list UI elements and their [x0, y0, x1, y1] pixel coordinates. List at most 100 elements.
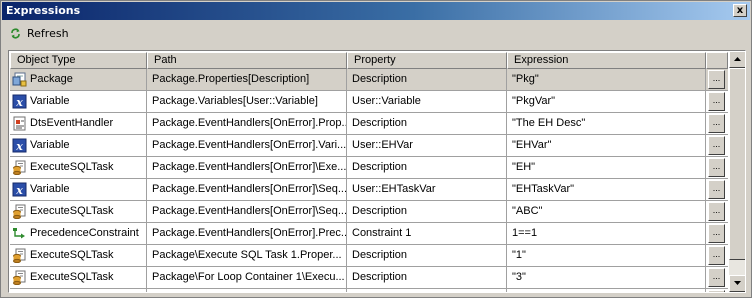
- edit-cell: ...: [706, 201, 728, 222]
- object-type-cell[interactable]: ExecuteSQLTask: [10, 201, 147, 222]
- property-cell[interactable]: [347, 289, 507, 292]
- package-icon: [12, 72, 27, 87]
- edit-cell: ...: [706, 289, 728, 292]
- table-row[interactable]: DtsEventHandler Package.EventHandlers[OnE…: [10, 113, 728, 135]
- object-type-cell[interactable]: ExecuteSQLTask: [10, 157, 147, 178]
- close-button[interactable]: x: [733, 4, 747, 17]
- expression-cell[interactable]: "3": [507, 267, 706, 288]
- object-type-label: Variable: [30, 139, 70, 151]
- expressions-grid: Object Type Path Property Expression Pac…: [10, 52, 728, 292]
- table-row[interactable]: ExecuteSQLTask Package\Execute SQL Task 1…: [10, 245, 728, 267]
- refresh-button[interactable]: Refresh: [10, 27, 69, 40]
- table-row[interactable]: Package Package.Properties[Description] De…: [10, 69, 728, 91]
- path-cell[interactable]: Package.Variables[User::Variable]: [147, 91, 347, 112]
- object-type-cell[interactable]: x Variable: [10, 91, 147, 112]
- property-cell[interactable]: Description: [347, 245, 507, 266]
- column-header-property[interactable]: Property: [347, 52, 507, 69]
- column-header-object-type[interactable]: Object Type: [10, 52, 147, 69]
- path-cell[interactable]: Package.EventHandlers[OnError].Prop...: [147, 113, 347, 134]
- window-title: Expressions: [6, 4, 81, 17]
- edit-expression-button[interactable]: ...: [708, 136, 725, 155]
- path-cell[interactable]: Package.EventHandlers[OnError]\Seq...: [147, 201, 347, 222]
- path-cell[interactable]: Package.EventHandlers[OnError].Vari...: [147, 135, 347, 156]
- expression-cell[interactable]: [507, 289, 706, 292]
- edit-expression-button[interactable]: ...: [708, 202, 725, 221]
- sql-task-icon: [12, 160, 27, 176]
- property-cell[interactable]: User::Variable: [347, 91, 507, 112]
- object-type-cell[interactable]: [10, 289, 147, 292]
- object-type-cell[interactable]: DtsEventHandler: [10, 113, 147, 134]
- object-type-cell[interactable]: x Variable: [10, 135, 147, 156]
- column-header-path[interactable]: Path: [147, 52, 347, 69]
- edit-expression-button[interactable]: ...: [708, 92, 725, 111]
- edit-expression-button[interactable]: ...: [708, 114, 725, 133]
- expression-cell[interactable]: "ABC": [507, 201, 706, 222]
- object-type-cell[interactable]: x Variable: [10, 179, 147, 200]
- scroll-down-button[interactable]: [729, 275, 745, 292]
- property-cell[interactable]: Description: [347, 157, 507, 178]
- table-row[interactable]: ExecuteSQLTask Package.EventHandlers[OnEr…: [10, 201, 728, 223]
- variable-icon: x: [12, 138, 27, 153]
- property-cell[interactable]: Description: [347, 113, 507, 134]
- edit-expression-button[interactable]: ...: [708, 268, 725, 287]
- path-cell[interactable]: [147, 289, 347, 292]
- expression-cell[interactable]: "PkgVar": [507, 91, 706, 112]
- path-cell[interactable]: Package\Execute SQL Task 1.Proper...: [147, 245, 347, 266]
- object-type-cell[interactable]: Package: [10, 69, 147, 90]
- table-row[interactable]: x Variable Package.EventHandlers[OnError]\…: [10, 179, 728, 201]
- edit-cell: ...: [706, 179, 728, 200]
- object-type-cell[interactable]: PrecedenceConstraint: [10, 223, 147, 244]
- scroll-up-button[interactable]: [729, 51, 745, 68]
- scroll-thumb[interactable]: [729, 68, 745, 260]
- object-type-cell[interactable]: ExecuteSQLTask: [10, 245, 147, 266]
- expression-cell[interactable]: "The EH Desc": [507, 113, 706, 134]
- title-bar[interactable]: Expressions x: [2, 2, 750, 20]
- property-cell[interactable]: User::EHTaskVar: [347, 179, 507, 200]
- edit-cell: ...: [706, 245, 728, 266]
- edit-expression-button[interactable]: ...: [708, 158, 725, 177]
- path-cell[interactable]: Package.EventHandlers[OnError]\Exe...: [147, 157, 347, 178]
- path-cell[interactable]: Package.EventHandlers[OnError]\Seq...: [147, 179, 347, 200]
- expression-cell[interactable]: 1==1: [507, 223, 706, 244]
- edit-expression-button[interactable]: ...: [708, 224, 725, 243]
- expression-cell[interactable]: "1": [507, 245, 706, 266]
- property-cell[interactable]: User::EHVar: [347, 135, 507, 156]
- property-cell[interactable]: Description: [347, 69, 507, 90]
- edit-cell: ...: [706, 223, 728, 244]
- svg-text:x: x: [15, 96, 23, 109]
- column-header-edit: [706, 52, 728, 69]
- property-cell[interactable]: Constraint 1: [347, 223, 507, 244]
- table-row[interactable]: ExecuteSQLTask Package\For Loop Container…: [10, 267, 728, 289]
- edit-expression-button[interactable]: ...: [708, 290, 725, 292]
- property-cell[interactable]: Description: [347, 267, 507, 288]
- object-type-label: Package: [30, 73, 73, 85]
- variable-icon: x: [12, 94, 27, 109]
- object-type-label: ExecuteSQLTask: [30, 271, 114, 283]
- object-type-cell[interactable]: ExecuteSQLTask: [10, 267, 147, 288]
- property-cell[interactable]: Description: [347, 201, 507, 222]
- expression-cell[interactable]: "EHTaskVar": [507, 179, 706, 200]
- column-header-expression[interactable]: Expression: [507, 52, 706, 69]
- sql-task-icon: [12, 248, 27, 264]
- expression-cell[interactable]: "EH": [507, 157, 706, 178]
- edit-expression-button[interactable]: ...: [708, 70, 725, 89]
- expression-cell[interactable]: "EHVar": [507, 135, 706, 156]
- table-row[interactable]: PrecedenceConstraint Package.EventHandler…: [10, 223, 728, 245]
- sql-task-icon: [12, 204, 27, 220]
- svg-text:x: x: [15, 184, 23, 197]
- edit-expression-button[interactable]: ...: [708, 246, 725, 265]
- table-row[interactable]: x Variable Package.Variables[User::Variabl…: [10, 91, 728, 113]
- table-row[interactable]: x Variable Package.EventHandlers[OnError].…: [10, 135, 728, 157]
- edit-cell: ...: [706, 267, 728, 288]
- expressions-grid-frame: Object Type Path Property Expression Pac…: [8, 50, 746, 293]
- path-cell[interactable]: Package.EventHandlers[OnError].Prec...: [147, 223, 347, 244]
- table-row[interactable]: ...: [10, 289, 728, 292]
- vertical-scrollbar[interactable]: [729, 51, 745, 292]
- edit-expression-button[interactable]: ...: [708, 180, 725, 199]
- table-row[interactable]: ExecuteSQLTask Package.EventHandlers[OnEr…: [10, 157, 728, 179]
- path-cell[interactable]: Package\For Loop Container 1\Execu...: [147, 267, 347, 288]
- object-type-label: Variable: [30, 95, 70, 107]
- variable-icon: x: [12, 182, 27, 197]
- path-cell[interactable]: Package.Properties[Description]: [147, 69, 347, 90]
- expression-cell[interactable]: "Pkg": [507, 69, 706, 90]
